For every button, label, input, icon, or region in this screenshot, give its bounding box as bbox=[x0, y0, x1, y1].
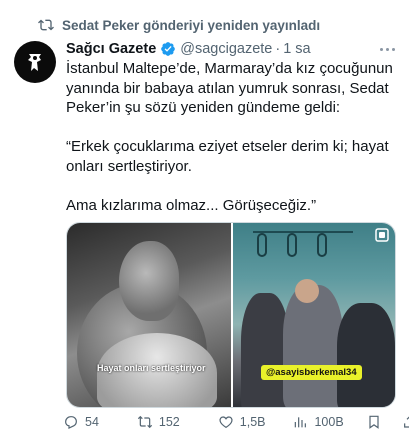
bookmark-icon bbox=[369, 415, 379, 429]
tweet-text: İstanbul Maltepe’de, Marmaray’da kız çoc… bbox=[66, 59, 398, 215]
tweet-header: Sağcı Gazete @sagcigazete · 1 sa bbox=[66, 41, 397, 57]
views-chart-icon bbox=[295, 417, 307, 428]
logo-icon bbox=[28, 54, 41, 71]
author-avatar[interactable] bbox=[14, 41, 56, 83]
author-name[interactable]: Sağcı Gazete bbox=[66, 41, 156, 57]
retweet-button[interactable]: 152 bbox=[137, 414, 180, 430]
share-icon bbox=[403, 416, 409, 428]
repost-indicator[interactable]: Sedat Peker gönderiyi yeniden yayınladı bbox=[38, 17, 320, 33]
train-strap-shape bbox=[257, 233, 267, 257]
repost-text: Sedat Peker gönderiyi yeniden yayınladı bbox=[62, 17, 321, 33]
train-strap-shape bbox=[287, 233, 297, 257]
like-button[interactable]: 1,5B bbox=[218, 414, 266, 430]
bookmark-button[interactable] bbox=[366, 414, 382, 430]
retweet-icon bbox=[137, 415, 152, 429]
photo-person-shape bbox=[241, 293, 289, 407]
verified-badge-icon bbox=[160, 41, 176, 57]
tweet-actions: 54 152 1,5B 100B bbox=[60, 414, 409, 430]
media-indicator-icon bbox=[375, 228, 389, 242]
train-strap-shape bbox=[317, 233, 327, 257]
views-button[interactable]: 100B bbox=[292, 414, 344, 430]
reply-count: 54 bbox=[85, 415, 99, 429]
media-overlay-tag: @asayisberkemal34 bbox=[261, 365, 362, 380]
train-rail-shape bbox=[253, 231, 353, 241]
repost-icon bbox=[38, 19, 54, 31]
heart-icon bbox=[219, 416, 233, 429]
retweet-count: 152 bbox=[158, 415, 180, 429]
meta-separator: · bbox=[275, 41, 281, 57]
tweet-time[interactable]: 1 sa bbox=[283, 41, 310, 57]
more-options-icon[interactable] bbox=[378, 44, 397, 55]
media-caption-left: Hayat onları sertleştiriyor bbox=[97, 363, 206, 373]
tweet-paragraph: “Erkek çocuklarıma eziyet etseler derim … bbox=[66, 138, 389, 175]
media-image-right[interactable]: @asayisberkemal34 bbox=[233, 223, 395, 407]
author-handle[interactable]: @sagcigazete bbox=[180, 41, 272, 57]
views-count: 100B bbox=[314, 415, 344, 429]
share-button[interactable] bbox=[402, 414, 409, 430]
like-count: 1,5B bbox=[239, 415, 266, 429]
photo-person-shape bbox=[337, 303, 395, 407]
photo-face-shape bbox=[295, 279, 319, 303]
tweet-paragraph: Ama kızlarıma olmaz... Görüşeceğiz.” bbox=[66, 196, 317, 214]
reply-button[interactable]: 54 bbox=[63, 414, 99, 430]
reply-icon bbox=[65, 416, 77, 429]
tweet-paragraph: İstanbul Maltepe’de, Marmaray’da kız çoc… bbox=[66, 60, 393, 116]
media-image-left[interactable]: Hayat onları sertleştiriyor bbox=[67, 223, 231, 407]
media-grid: Hayat onları sertleştiriyor @asayisberke… bbox=[66, 222, 396, 408]
photo-ear-shape bbox=[119, 241, 179, 321]
photo-person-shape bbox=[283, 285, 343, 407]
